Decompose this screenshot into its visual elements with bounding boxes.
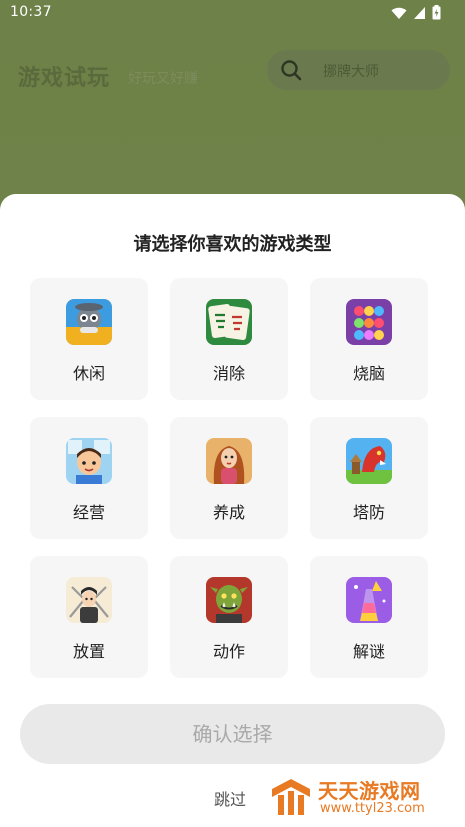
mahjong-tile-icon [206, 299, 252, 345]
status-icons [391, 5, 441, 20]
category-card-idle[interactable]: 放置 [30, 556, 148, 678]
action-orc-warrior-icon [206, 577, 252, 623]
category-label: 放置 [72, 642, 105, 661]
category-label: 休闲 [72, 364, 105, 383]
category-label: 消除 [212, 364, 245, 383]
idle-swordsman-icon [66, 577, 112, 623]
puzzle-color-sort-icon [346, 299, 392, 345]
category-label: 动作 [212, 642, 245, 661]
category-card-raising[interactable]: 养成 [170, 417, 288, 539]
sheet-title: 请选择你喜欢的游戏类型 [133, 234, 332, 255]
search-input[interactable]: 挪牌大师 [267, 50, 450, 90]
skip-link[interactable]: 跳过 [214, 786, 246, 810]
confirm-selection-button[interactable]: 确认选择 [20, 704, 445, 764]
signal-icon [414, 6, 425, 19]
category-label: 养成 [212, 503, 245, 522]
search-icon [281, 60, 302, 81]
category-card-brain[interactable]: 烧脑 [310, 278, 428, 400]
category-card-action[interactable]: 动作 [170, 556, 288, 678]
raising-character-girl-icon [206, 438, 252, 484]
management-cartoon-boy-icon [66, 438, 112, 484]
watermark-url: www.ttyl23.com [320, 801, 425, 816]
category-label: 解谜 [352, 642, 385, 661]
site-watermark: 天天游戏网 www.ttyl23.com [270, 773, 460, 821]
status-bar: 10:37 [0, 0, 465, 28]
category-card-casual[interactable]: 休闲 [30, 278, 148, 400]
watermark-name: 天天游戏网 [318, 779, 421, 803]
category-label: 塔防 [352, 503, 385, 522]
category-label: 烧脑 [352, 364, 385, 383]
game-type-selector-sheet: 请选择你喜欢的游戏类型 休闲 消除 烧脑 经营 养成 塔防 放置 动作 解谜 确… [0, 194, 465, 827]
category-card-tower-defense[interactable]: 塔防 [310, 417, 428, 539]
wifi-icon [391, 7, 407, 19]
status-time: 10:37 [10, 4, 52, 20]
watermark-logo-icon [272, 779, 310, 815]
page-subtitle: 好玩又好赚 [128, 71, 198, 87]
search-placeholder: 挪牌大师 [323, 64, 379, 80]
category-card-match[interactable]: 消除 [170, 278, 288, 400]
mystery-liquid-sort-icon [346, 577, 392, 623]
category-label: 经营 [72, 503, 105, 522]
battery-icon [432, 5, 441, 20]
page-title: 游戏试玩 [18, 66, 111, 91]
category-card-mystery[interactable]: 解谜 [310, 556, 428, 678]
tower-defense-dragon-icon [346, 438, 392, 484]
casual-game-icon [66, 299, 112, 345]
category-card-management[interactable]: 经营 [30, 417, 148, 539]
